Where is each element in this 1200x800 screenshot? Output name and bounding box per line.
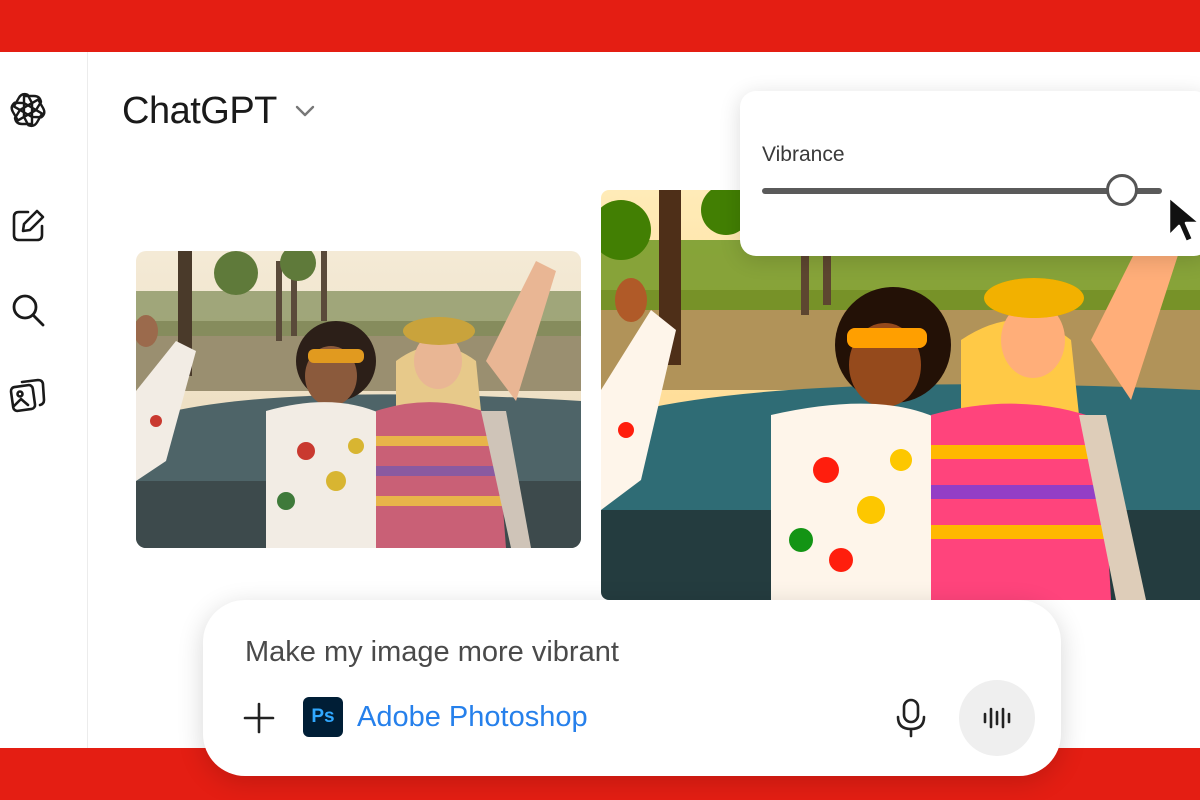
photoshop-tool-chip[interactable]: Ps Adobe Photoshop (303, 696, 588, 738)
search-icon[interactable] (6, 288, 50, 332)
model-selector[interactable]: ChatGPT (122, 86, 319, 136)
prompt-input[interactable]: Make my image more vibrant (245, 636, 845, 669)
voice-mode-icon[interactable] (959, 680, 1035, 756)
vibrance-panel: Vibrance (740, 91, 1200, 256)
vibrance-label: Vibrance (762, 143, 845, 166)
tool-label: Adobe Photoshop (357, 700, 588, 733)
vibrance-slider[interactable] (762, 174, 1162, 206)
openai-logo-icon[interactable] (6, 88, 50, 132)
vibrance-slider-thumb[interactable] (1106, 174, 1138, 206)
prompt-composer: Make my image more vibrant Ps Adobe Phot… (203, 600, 1061, 776)
sidebar (0, 52, 88, 748)
microphone-icon[interactable] (891, 696, 931, 740)
plus-icon[interactable] (239, 698, 279, 738)
images-icon[interactable] (6, 372, 50, 416)
mouse-cursor-icon (1167, 195, 1200, 244)
chevron-down-icon (291, 97, 319, 125)
new-chat-icon[interactable] (6, 204, 50, 248)
photoshop-icon: Ps (303, 697, 343, 737)
top-red-band (0, 0, 1200, 52)
page-title: ChatGPT (122, 89, 277, 132)
original-photo (136, 251, 581, 548)
